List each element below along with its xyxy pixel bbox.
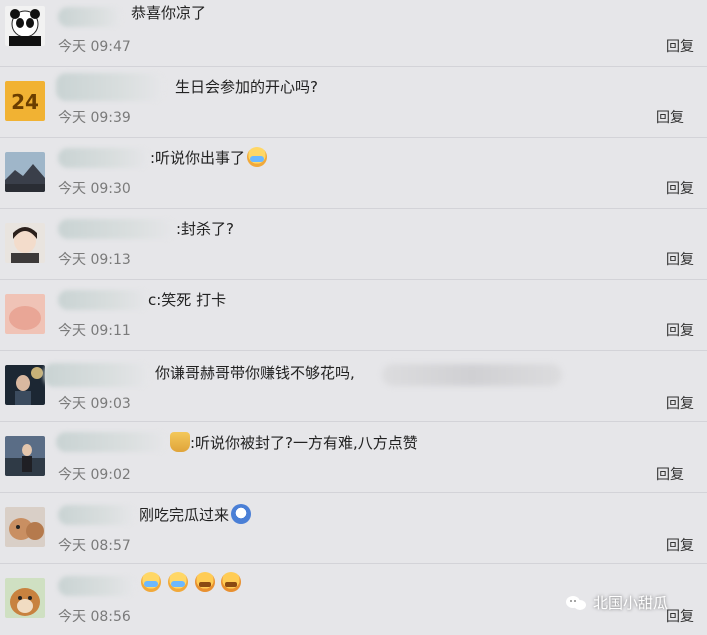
comment-time: 今天 09:39: [58, 110, 131, 126]
username-blurred: [58, 290, 150, 310]
wechat-icon: [566, 596, 586, 610]
comment-time: 今天 08:57: [58, 538, 131, 554]
comment-row: 刚吃完瓜过来 今天 08:57 回复: [0, 493, 707, 564]
comment-time: 今天 09:47: [58, 39, 131, 55]
comment-text: 生日会参加的开心吗?: [175, 78, 318, 96]
comment-row: :听说你出事了 今天 09:30 回复: [0, 138, 707, 209]
avatar[interactable]: [5, 578, 45, 618]
crying-face-icon: [167, 572, 188, 592]
blurred-text: [382, 364, 562, 386]
comment-time: 今天 09:13: [58, 252, 131, 268]
reply-button[interactable]: 回复: [666, 36, 694, 56]
comment-time: 今天 09:30: [58, 181, 131, 197]
reply-button[interactable]: 回复: [666, 393, 694, 413]
comment-time: 今天 08:56: [58, 609, 131, 625]
comment-time: 今天 09:03: [58, 396, 131, 412]
comment-row: c:笑死 打卡 今天 09:11 回复: [0, 280, 707, 351]
avatar[interactable]: [5, 436, 45, 476]
username-blurred: [58, 505, 136, 525]
comment-row: :听说你被封了?一方有难,八方点赞 今天 09:02 回复: [0, 422, 707, 493]
comment-time: 今天 09:02: [58, 467, 131, 483]
reply-button[interactable]: 回复: [666, 606, 694, 626]
avatar[interactable]: [5, 223, 45, 263]
comment-text: [139, 572, 242, 594]
watermark-text: 北国小甜瓜: [593, 594, 669, 612]
crying-face-icon: [141, 572, 161, 592]
watermark: 北国小甜瓜: [565, 592, 668, 613]
reply-button[interactable]: 回复: [666, 249, 694, 269]
reply-button[interactable]: 回复: [666, 535, 694, 555]
username-blurred: [58, 219, 176, 239]
avatar[interactable]: [5, 6, 45, 46]
username-blurred: [58, 576, 136, 596]
crying-face-icon: [247, 147, 268, 167]
avatar[interactable]: 24: [5, 81, 45, 121]
angry-face-icon: [194, 572, 215, 592]
comment-text: c:笑死 打卡: [148, 291, 227, 309]
comment-text: :听说你出事了: [150, 147, 268, 169]
comment-text: 刚吃完瓜过来: [139, 504, 252, 526]
comment-text: :封杀了?: [176, 220, 235, 238]
username-blurred: [58, 7, 122, 27]
username-blurred: [56, 432, 168, 452]
reply-button[interactable]: 回复: [656, 107, 684, 127]
reply-button[interactable]: 回复: [666, 320, 694, 340]
avatar[interactable]: [5, 294, 45, 334]
username-blurred: [58, 148, 150, 168]
comment-text: 你谦哥赫哥带你赚钱不够花吗,: [155, 364, 355, 382]
comment-list: 恭喜你凉了 今天 09:47 回复 24 生日会参加的开心吗? 今天 09:39…: [0, 0, 707, 632]
dizzy-face-icon: [231, 504, 252, 524]
comment-row: 你谦哥赫哥带你赚钱不够花吗, 今天 09:03 回复: [0, 351, 707, 422]
reply-button[interactable]: 回复: [666, 178, 694, 198]
username-blurred: [44, 363, 150, 387]
angry-face-icon: [221, 572, 242, 592]
comment-row: 恭喜你凉了 今天 09:47 回复: [0, 0, 707, 67]
comment-row: 24 生日会参加的开心吗? 今天 09:39 回复: [0, 67, 707, 138]
comment-row: :封杀了? 今天 09:13 回复: [0, 209, 707, 280]
avatar[interactable]: [5, 365, 45, 405]
avatar-badge-text: 24: [11, 90, 39, 114]
cup-icon: [170, 432, 190, 452]
reply-button[interactable]: 回复: [656, 464, 684, 484]
avatar[interactable]: [5, 507, 45, 547]
comment-text: :听说你被封了?一方有难,八方点赞: [168, 432, 418, 454]
username-blurred: [56, 73, 164, 101]
avatar[interactable]: [5, 152, 45, 192]
comment-time: 今天 09:11: [58, 323, 131, 339]
comment-text: 恭喜你凉了: [131, 4, 207, 22]
